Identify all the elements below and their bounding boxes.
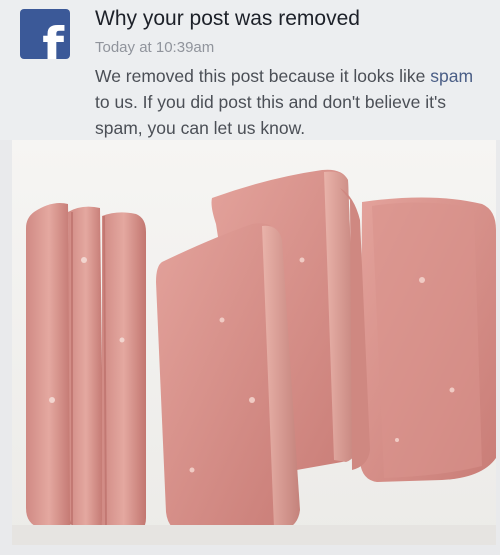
notification-message: We removed this post because it looks li… [95, 63, 490, 141]
notification-timestamp: Today at 10:39am [95, 39, 215, 56]
spam-slices-photo [12, 140, 496, 545]
facebook-icon: f [20, 9, 70, 59]
message-text-end: to us. If you did post this and don't be… [95, 92, 447, 138]
facebook-letter: f [42, 17, 64, 59]
message-text-start: We removed this post because it looks li… [95, 66, 431, 86]
spam-link[interactable]: spam [430, 66, 473, 86]
notification-title: Why your post was removed [95, 7, 360, 30]
notification-card[interactable]: f Why your post was removed Today at 10:… [0, 0, 500, 140]
post-image [12, 140, 496, 545]
